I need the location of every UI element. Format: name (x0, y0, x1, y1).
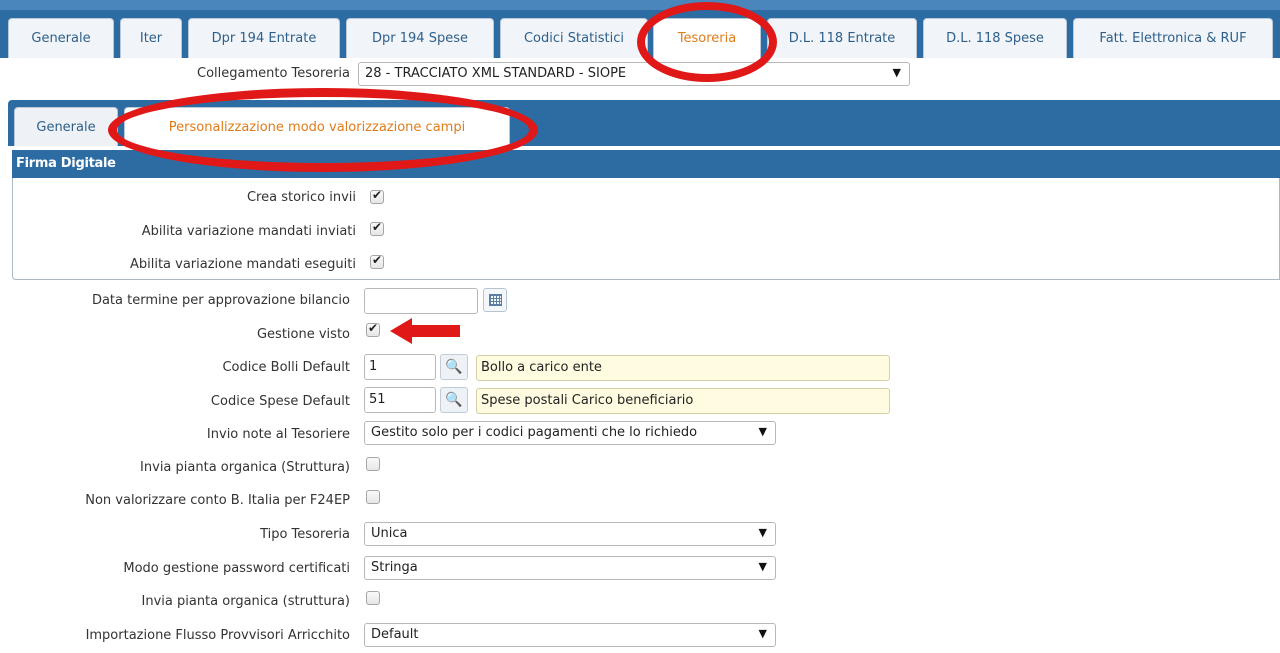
tab-codici-statistici[interactable]: Codici Statistici (500, 18, 648, 58)
abilita-inviati-checkbox[interactable] (370, 220, 384, 236)
data-termine-input[interactable] (364, 288, 478, 314)
importazione-select[interactable]: Default ▼ (364, 623, 776, 647)
chevron-down-icon: ▼ (758, 560, 767, 573)
gestione-visto-label: Gestione visto (256, 327, 350, 342)
invio-note-value: Gestito solo per i codici pagamenti che … (371, 425, 698, 440)
tab-dl118-spese[interactable]: D.L. 118 Spese (923, 18, 1067, 58)
invia-pianta-1-label: Invia pianta organica (Struttura) (140, 460, 350, 475)
invia-pianta-2-label: Invia pianta organica (struttura) (141, 594, 350, 609)
calendar-icon[interactable] (483, 288, 507, 312)
chevron-down-icon: ▼ (758, 627, 767, 640)
crea-storico-label: Crea storico invii (246, 190, 356, 205)
invio-note-select[interactable]: Gestito solo per i codici pagamenti che … (364, 421, 776, 445)
tipo-tesoreria-select[interactable]: Unica ▼ (364, 522, 776, 546)
tab-tesoreria[interactable]: Tesoreria (653, 18, 761, 58)
collegamento-tesoreria-value: 28 - TRACCIATO XML STANDARD - SIOPE (365, 66, 627, 81)
firma-digitale-title: Firma Digitale (12, 150, 1280, 178)
collegamento-tesoreria-label: Collegamento Tesoreria (197, 66, 350, 81)
tab-bar-stripe (0, 0, 1280, 10)
tab-fatt-elettronica[interactable]: Fatt. Elettronica & RUF (1073, 18, 1273, 58)
modo-password-value: Stringa (371, 560, 418, 575)
tab-dl118-entrate[interactable]: D.L. 118 Entrate (767, 18, 917, 58)
chevron-down-icon: ▼ (758, 425, 767, 438)
non-valorizzare-label: Non valorizzare conto B. Italia per F24E… (85, 493, 350, 508)
importazione-label: Importazione Flusso Provvisori Arricchit… (85, 628, 350, 643)
codice-bolli-input[interactable]: 1 (364, 354, 436, 380)
chevron-down-icon: ▼ (758, 526, 767, 539)
invio-note-label: Invio note al Tesoriere (206, 427, 350, 442)
chevron-down-icon: ▼ (892, 66, 901, 79)
codice-spese-label: Codice Spese Default (210, 394, 350, 409)
crea-storico-checkbox[interactable] (370, 188, 384, 204)
codice-spese-description: Spese postali Carico beneficiario (476, 388, 890, 414)
tab-generale[interactable]: Generale (8, 18, 114, 58)
search-icon[interactable]: 🔍 (440, 387, 468, 413)
abilita-eseguiti-label: Abilita variazione mandati eseguiti (129, 257, 356, 272)
non-valorizzare-checkbox[interactable] (366, 490, 380, 504)
modo-password-select[interactable]: Stringa ▼ (364, 556, 776, 580)
invia-pianta-2-checkbox[interactable] (366, 591, 380, 605)
collegamento-tesoreria-select[interactable]: 28 - TRACCIATO XML STANDARD - SIOPE ▼ (358, 62, 910, 86)
search-icon[interactable]: 🔍 (440, 354, 468, 380)
gestione-visto-checkbox[interactable] (366, 321, 380, 337)
tipo-tesoreria-label: Tipo Tesoreria (260, 527, 350, 542)
codice-spese-input[interactable]: 51 (364, 387, 436, 413)
codice-bolli-label: Codice Bolli Default (222, 360, 350, 375)
codice-bolli-description: Bollo a carico ente (476, 355, 890, 381)
importazione-value: Default (371, 627, 419, 642)
tab-dpr194-entrate[interactable]: Dpr 194 Entrate (188, 18, 340, 58)
tipo-tesoreria-value: Unica (371, 526, 408, 541)
subtab-generale[interactable]: Generale (14, 107, 118, 146)
invia-pianta-1-checkbox[interactable] (366, 457, 380, 471)
tab-iter[interactable]: Iter (120, 18, 182, 58)
tab-dpr194-spese[interactable]: Dpr 194 Spese (346, 18, 494, 58)
modo-password-label: Modo gestione password certificati (123, 561, 350, 576)
subtab-personalizzazione[interactable]: Personalizzazione modo valorizzazione ca… (124, 107, 510, 146)
annotation-arrow (390, 318, 460, 344)
abilita-eseguiti-checkbox[interactable] (370, 253, 384, 269)
abilita-inviati-label: Abilita variazione mandati inviati (141, 224, 356, 239)
data-termine-label: Data termine per approvazione bilancio (91, 293, 350, 308)
